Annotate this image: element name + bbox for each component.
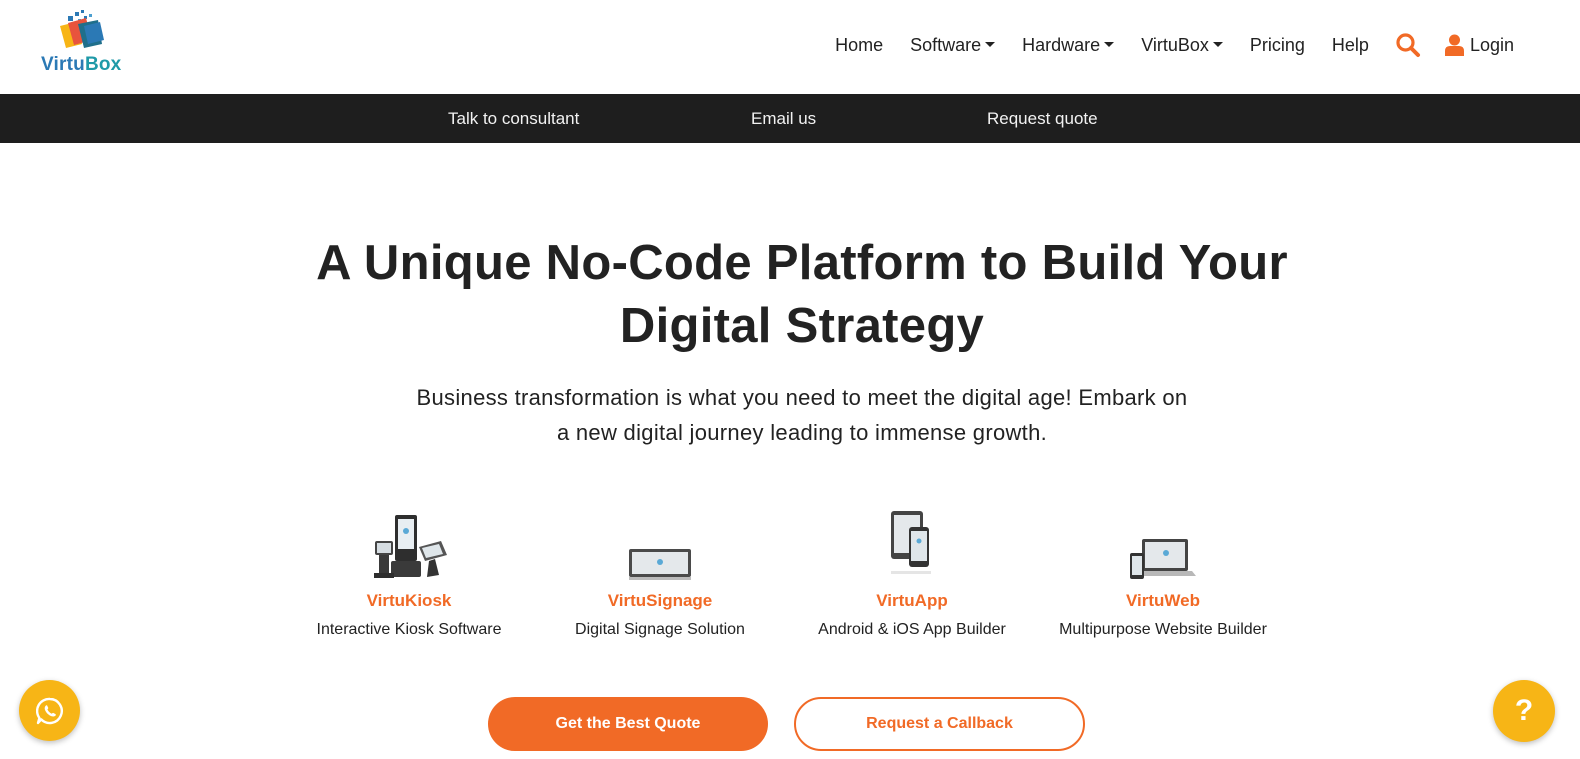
- email-us-link[interactable]: Email us: [751, 94, 816, 143]
- product-name[interactable]: VirtuApp: [787, 591, 1037, 611]
- whatsapp-icon: [35, 697, 63, 724]
- product-virtusignage: VirtuSignage Digital Signage Solution: [535, 505, 785, 639]
- hero-title-line1: A Unique No-Code Platform to Build Your: [316, 236, 1288, 290]
- logo-text: VirtuBox: [41, 54, 122, 75]
- web-devices-icon: [1130, 539, 1196, 579]
- user-icon: [1444, 34, 1464, 56]
- nav-pricing[interactable]: Pricing: [1250, 35, 1305, 56]
- product-desc: Multipurpose Website Builder: [1059, 621, 1267, 638]
- search-icon[interactable]: [1395, 32, 1421, 58]
- hero-subtitle-line2: a new digital journey leading to immense…: [556, 420, 1048, 445]
- product-name[interactable]: VirtuSignage: [535, 591, 785, 611]
- nav-home[interactable]: Home: [835, 35, 883, 56]
- product-name[interactable]: VirtuWeb: [1038, 591, 1288, 611]
- hero-subtitle-line1: Business transformation is what you need…: [416, 385, 1188, 410]
- product-image[interactable]: [535, 505, 785, 583]
- signage-icon: [629, 549, 691, 580]
- product-image[interactable]: [787, 505, 1037, 583]
- virtubox-logo[interactable]: VirtuBox: [40, 10, 130, 78]
- kiosk-icon: [374, 515, 447, 578]
- product-virtuweb: VirtuWeb Multipurpose Website Builder: [1038, 505, 1288, 639]
- hero-title-line2: Digital Strategy: [619, 299, 985, 353]
- help-chat-button[interactable]: ?: [1493, 680, 1555, 742]
- hero-subtitle: Business transformation is what you need…: [340, 380, 1264, 450]
- nav-software-label: Software: [910, 34, 982, 55]
- request-quote-link[interactable]: Request quote: [987, 94, 1098, 143]
- product-desc: Android & iOS App Builder: [818, 621, 1006, 638]
- site-header: VirtuBox Home Software Hardware VirtuBox…: [0, 0, 1580, 94]
- nav-software-dropdown[interactable]: Software: [910, 34, 996, 56]
- main-nav: Home Software Hardware VirtuBox Pricing …: [808, 30, 1514, 60]
- nav-virtubox-label: VirtuBox: [1141, 34, 1209, 55]
- login-label: Login: [1469, 34, 1514, 55]
- get-best-quote-button[interactable]: Get the Best Quote: [488, 697, 768, 751]
- login-link[interactable]: Login: [1444, 34, 1514, 56]
- product-name[interactable]: VirtuKiosk: [284, 591, 534, 611]
- caret-down-icon: [985, 41, 996, 47]
- logo-mark-icon: [60, 10, 104, 48]
- nav-hardware-label: Hardware: [1022, 34, 1101, 55]
- nav-help[interactable]: Help: [1332, 35, 1369, 56]
- product-virtukiosk: VirtuKiosk Interactive Kiosk Software: [284, 505, 534, 639]
- talk-to-consultant-link[interactable]: Talk to consultant: [448, 94, 579, 143]
- nav-hardware-dropdown[interactable]: Hardware: [1022, 34, 1115, 56]
- product-virtuapp: VirtuApp Android & iOS App Builder: [787, 505, 1037, 639]
- caret-down-icon: [1212, 41, 1223, 47]
- caret-down-icon: [1104, 41, 1115, 47]
- whatsapp-button[interactable]: [19, 680, 80, 741]
- product-image[interactable]: [1038, 505, 1288, 583]
- request-callback-button[interactable]: Request a Callback: [794, 697, 1085, 751]
- hero-title: A Unique No-Code Platform to Build Your …: [240, 232, 1364, 358]
- contact-bar: Talk to consultant Email us Request quot…: [0, 94, 1580, 143]
- product-desc: Digital Signage Solution: [575, 621, 745, 638]
- nav-virtubox-dropdown[interactable]: VirtuBox: [1141, 35, 1223, 56]
- question-mark-icon: ?: [1514, 694, 1534, 727]
- app-devices-icon: [891, 511, 931, 574]
- product-desc: Interactive Kiosk Software: [316, 621, 502, 638]
- product-image[interactable]: [284, 505, 534, 583]
